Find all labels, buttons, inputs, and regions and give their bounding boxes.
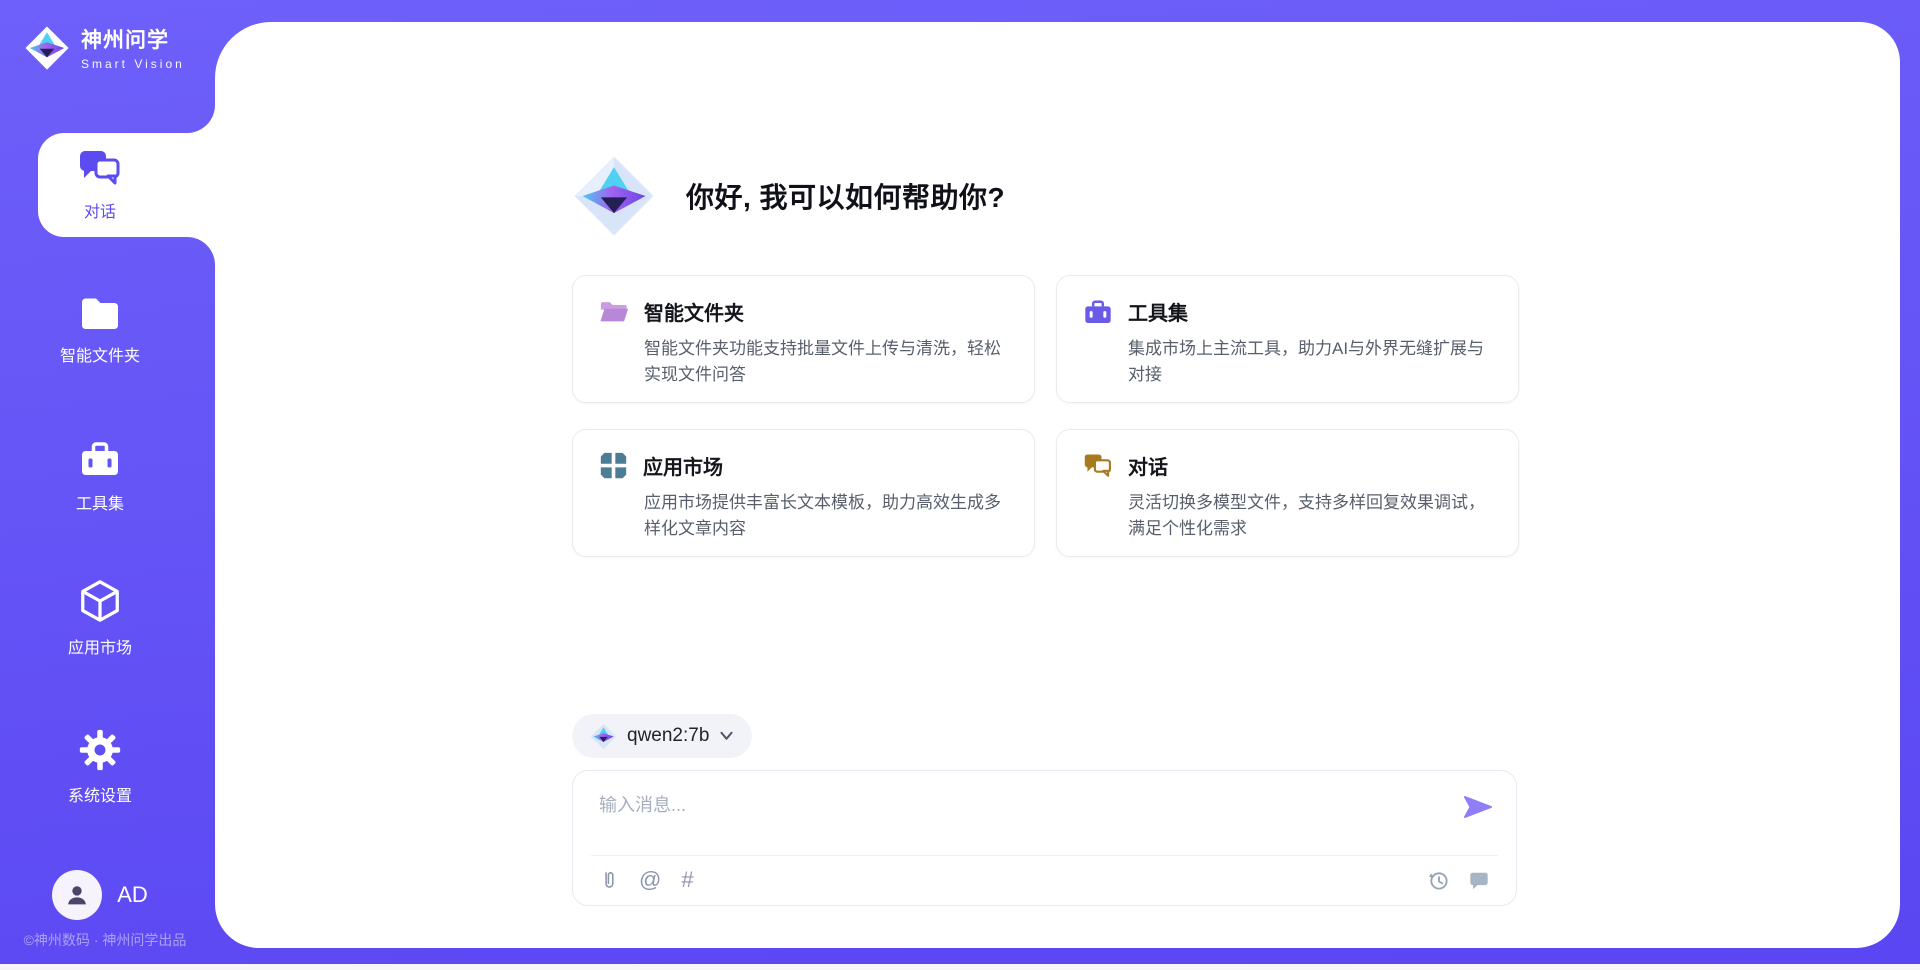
user-name: AD (117, 882, 148, 908)
cube-icon (77, 578, 123, 624)
card-description: 灵活切换多模型文件，支持多样回复效果调试，满足个性化需求 (1128, 490, 1492, 541)
folder-open-icon (599, 298, 629, 325)
model-diamond-icon (590, 723, 617, 750)
folder-icon (78, 292, 122, 332)
brand-logo[interactable]: 神州问学 Smart Vision (24, 24, 185, 71)
avatar (52, 870, 102, 920)
sidebar-item-label: 工具集 (76, 490, 124, 514)
chat-icon (1083, 452, 1113, 480)
toolbox-icon (1083, 298, 1113, 326)
greeting-title: 你好, 我可以如何帮助你? (686, 176, 1005, 216)
brand-text: 神州问学 Smart Vision (81, 24, 185, 71)
tab-curve-top (187, 105, 215, 133)
card-description: 集成市场上主流工具，助力AI与外界无缝扩展与对接 (1128, 336, 1492, 387)
composer-toolbar: @ # (573, 855, 1516, 905)
sidebar: 神州问学 Smart Vision 对话 智能文件夹 工具集 (0, 0, 215, 970)
at-icon[interactable]: @ (639, 869, 661, 891)
hash-icon[interactable]: # (681, 869, 693, 891)
tab-curve-bottom (187, 237, 215, 265)
grid-icon (599, 451, 628, 480)
hero-diamond-icon (572, 154, 656, 238)
chat-icon (77, 148, 123, 190)
card-title: 智能文件夹 (644, 297, 744, 326)
gear-icon (78, 728, 122, 772)
model-name: qwen2:7b (627, 725, 709, 747)
brand-diamond-icon (24, 25, 70, 71)
card-app-market[interactable]: 应用市场 应用市场提供丰富长文本模板，助力高效生成多样化文章内容 (572, 429, 1035, 557)
sidebar-item-label: 系统设置 (68, 782, 132, 806)
brand-subtitle: Smart Vision (81, 57, 185, 71)
message-input[interactable] (599, 791, 1459, 847)
brand-name: 神州问学 (81, 24, 185, 54)
card-toolset[interactable]: 工具集 集成市场上主流工具，助力AI与外界无缝扩展与对接 (1056, 275, 1519, 403)
send-icon[interactable] (1464, 795, 1492, 819)
history-icon[interactable] (1427, 869, 1450, 892)
card-description: 智能文件夹功能支持批量文件上传与清洗，轻松实现文件问答 (644, 336, 1008, 387)
model-selector[interactable]: qwen2:7b (572, 714, 752, 758)
toolbox-icon (78, 438, 122, 480)
sidebar-item-smart-folder[interactable]: 智能文件夹 (0, 292, 200, 366)
window-bottom-edge (0, 964, 1920, 970)
sidebar-item-toolset[interactable]: 工具集 (0, 438, 200, 514)
card-title: 应用市场 (643, 451, 723, 480)
card-title: 工具集 (1128, 297, 1188, 326)
card-chat[interactable]: 对话 灵活切换多模型文件，支持多样回复效果调试，满足个性化需求 (1056, 429, 1519, 557)
card-title: 对话 (1128, 451, 1168, 480)
paperclip-icon[interactable] (599, 868, 619, 892)
person-icon (63, 881, 91, 909)
main-content: 你好, 我可以如何帮助你? 智能文件夹 智能文件夹功能支持批量文件上传与清洗，轻… (215, 22, 1900, 948)
sidebar-item-label: 应用市场 (68, 634, 132, 658)
feature-cards: 智能文件夹 智能文件夹功能支持批量文件上传与清洗，轻松实现文件问答 工具集 集成… (572, 275, 1519, 557)
sidebar-item-app-market[interactable]: 应用市场 (0, 578, 200, 658)
greeting-block: 你好, 我可以如何帮助你? (572, 154, 1005, 238)
message-composer: @ # (572, 770, 1517, 906)
sidebar-item-label: 智能文件夹 (60, 342, 140, 366)
sidebar-item-label: 对话 (84, 198, 116, 222)
sidebar-item-chat[interactable]: 对话 (38, 133, 215, 237)
composer-right-tools (1427, 869, 1490, 892)
chat-bubble-icon[interactable] (1468, 870, 1490, 891)
card-description: 应用市场提供丰富长文本模板，助力高效生成多样化文章内容 (644, 490, 1008, 541)
attach-tools: @ # (599, 868, 694, 892)
sidebar-item-settings[interactable]: 系统设置 (0, 728, 200, 806)
card-smart-folder[interactable]: 智能文件夹 智能文件夹功能支持批量文件上传与清洗，轻松实现文件问答 (572, 275, 1035, 403)
copyright: ©神州数码 · 神州问学出品 (0, 930, 210, 950)
chevron-down-icon (719, 730, 734, 742)
user-account[interactable]: AD (0, 870, 200, 920)
